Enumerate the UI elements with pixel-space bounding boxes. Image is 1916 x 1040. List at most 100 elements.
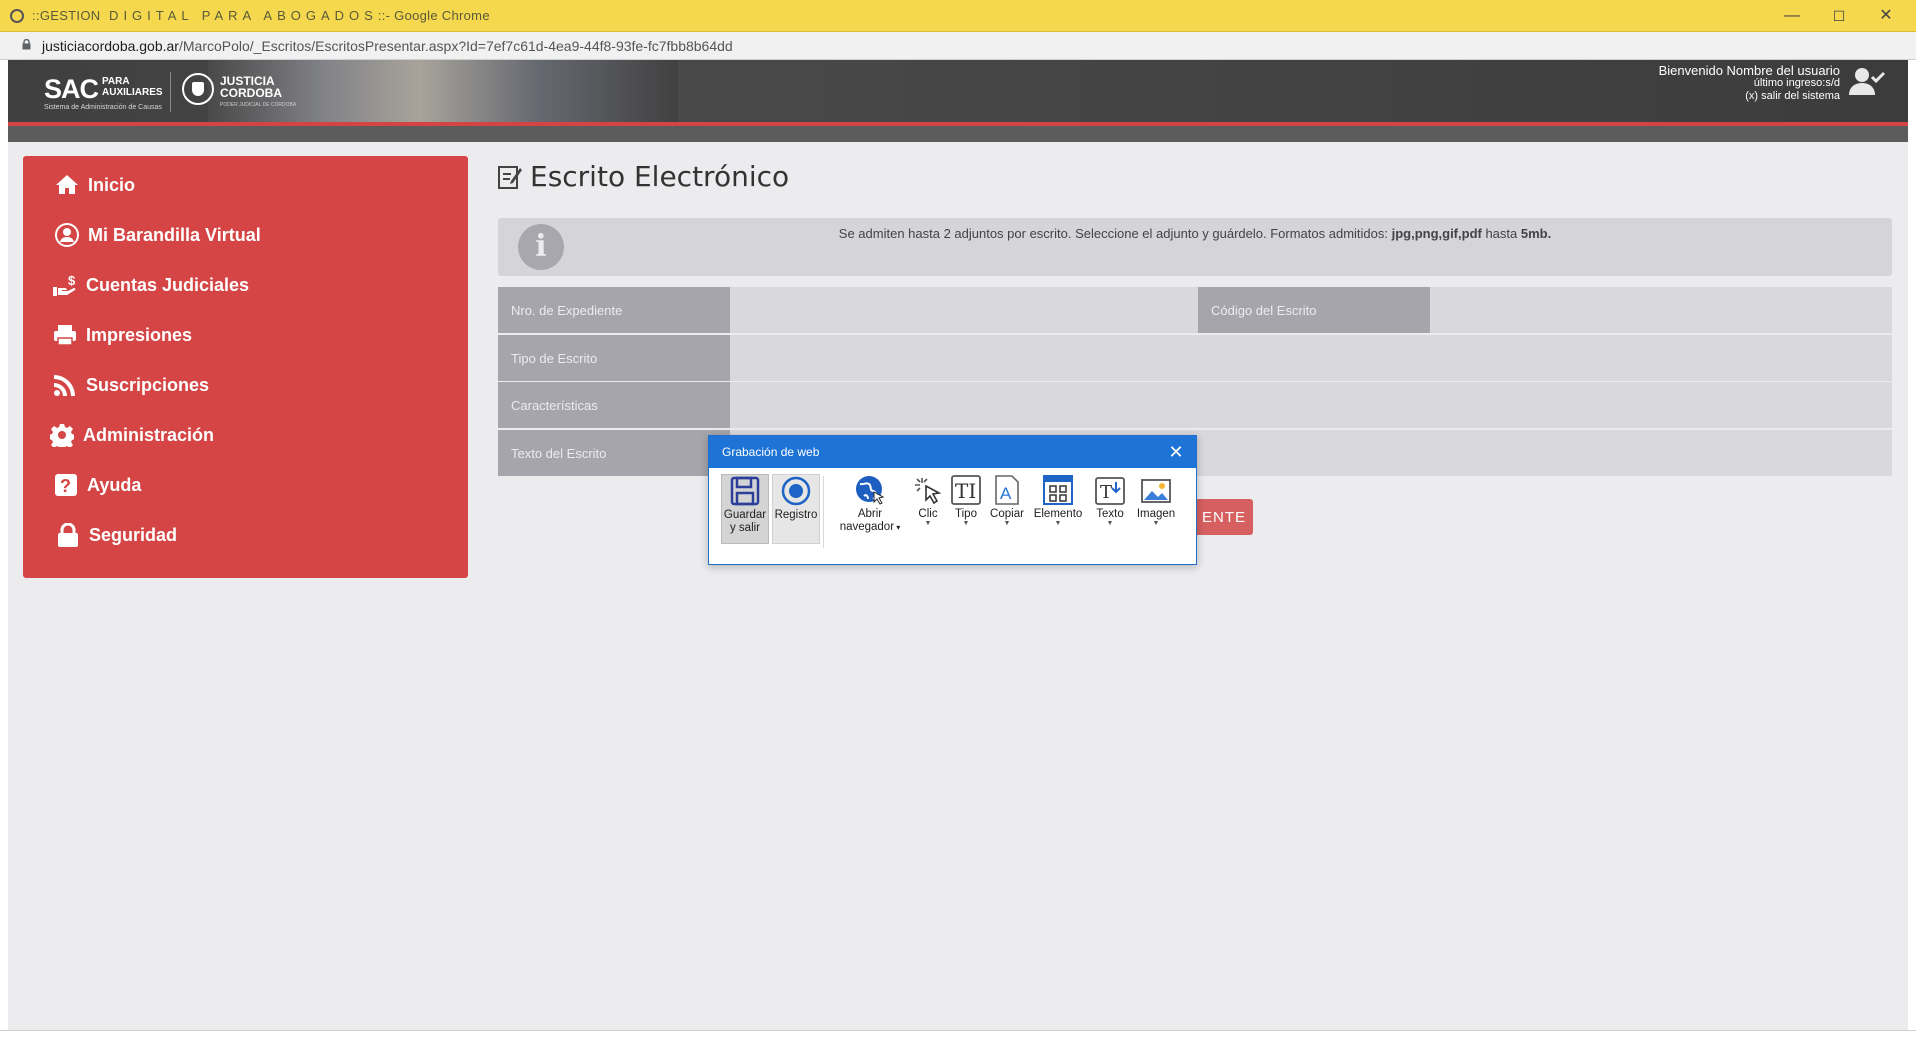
maximize-button[interactable]: ☐ [1817,4,1861,28]
tool-label: Registro [774,509,818,521]
sidebar-item-label: Seguridad [89,524,178,545]
minimize-button[interactable]: — [1770,4,1814,28]
sidebar-item-label: Ayuda [87,474,142,495]
sidebar-item-administracion[interactable]: Administración [50,420,214,450]
gear-icon [50,424,74,447]
record-button[interactable]: Registro [772,474,820,544]
address-bar[interactable]: justiciacordoba.gob.ar/MarcoPolo/_Escrit… [0,32,1916,60]
dropdown-caret-icon: ▼ [1106,520,1114,527]
tool-label: navegador [839,521,895,533]
image-icon [1141,479,1171,503]
sidebar-item-inicio[interactable]: Inicio [55,170,135,200]
sidebar-item-cuentas[interactable]: $ Cuentas Judiciales [53,270,249,300]
window-title-suffix: ::- Google Chrome [377,8,490,23]
info-message: Se admiten hasta 2 adjuntos por escrito.… [498,226,1892,241]
expediente-value [730,287,1198,333]
dropdown-caret-icon: ▼ [1003,520,1011,527]
element-grid-icon [1043,475,1073,505]
url-host: justiciacordoba.gob.ar [42,38,179,54]
justicia-seal-icon [182,73,214,105]
sac-logo-sub-1: PARA [102,76,130,87]
type-button[interactable]: TI Tipo ▼ [948,474,984,527]
recorder-header: Grabación de web ✕ [709,436,1196,468]
page-title: Escrito Electrónico [498,160,789,193]
user-welcome: Bienvenido Nombre del usuario último ing… [1659,64,1840,103]
chrome-icon [10,9,24,23]
browser-bottom-edge [0,1030,1916,1040]
user-circle-icon [55,223,79,247]
header-bottom-bar [8,126,1908,142]
sidebar-item-ayuda[interactable]: ? Ayuda [54,470,141,500]
tool-label: Abrir [857,508,883,520]
logout-link[interactable]: (x) salir del sistema [1659,90,1840,103]
welcome-text: Bienvenido Nombre del usuario [1658,63,1840,78]
sac-logo[interactable]: SAC [44,74,99,105]
logo-divider [170,72,171,112]
sidebar-item-suscripciones[interactable]: Suscripciones [53,370,209,400]
caracteristicas-value [730,382,1892,428]
window-title: ::GESTION DIGITAL PARA ABOGADOS::- Googl… [32,8,490,23]
svg-text:A: A [1000,484,1012,503]
url-text[interactable]: justiciacordoba.gob.ar/MarcoPolo/_Escrit… [42,38,733,54]
tipo-value [730,335,1892,381]
info-alert: i Se admiten hasta 2 adjuntos por escrit… [498,218,1892,276]
element-button[interactable]: Elemento ▼ [1030,474,1086,527]
sidebar-item-label: Impresiones [86,324,193,345]
svg-text:T: T [1100,482,1112,503]
question-icon: ? [55,474,77,496]
globe-cursor-icon [856,476,885,505]
info-mid: hasta [1481,226,1521,241]
justicia-logo: JUSTICIA CORDOBA [220,75,282,99]
page-title-text: Escrito Electrónico [530,160,790,193]
lock-icon [22,39,31,50]
click-button[interactable]: Clic ▼ [910,474,946,527]
open-browser-button[interactable]: Abrir navegador ▾ [835,474,905,534]
window-title-spaced: DIGITAL PARA ABOGADOS [100,8,378,23]
toolbar-separator [823,476,824,548]
sidebar-item-label: Cuentas Judiciales [86,274,250,295]
tool-label: Guardar [723,509,767,521]
tool-label: Copiar [990,508,1024,520]
justicia-logo-2: CORDOBA [220,86,282,100]
text-input-icon: TI [951,475,981,505]
close-window-button[interactable]: ✕ [1864,4,1908,28]
rss-icon [54,375,75,396]
cursor-click-icon [915,478,942,505]
tool-label: Imagen [1136,508,1176,520]
svg-text:TI: TI [955,479,976,503]
sac-logo-sub: PARA AUXILIARES [102,76,163,98]
site-header: SAC PARA AUXILIARES Sistema de Administra… [8,60,1908,122]
window-title-prefix: ::GESTION [32,8,101,23]
copy-button[interactable]: A Copiar ▼ [986,474,1028,527]
save-and-exit-button[interactable]: Guardar y salir [721,474,769,544]
info-formats: jpg,png,gif,pdf [1391,226,1482,241]
codigo-value [1430,287,1892,333]
last-login-text: último ingreso:s/d [1753,77,1840,89]
recorder-title: Grabación de web [722,445,820,459]
image-button[interactable]: Imagen ▼ [1132,474,1180,527]
texto-label: Texto del Escrito [498,430,730,476]
text-extract-icon: T [1095,477,1125,505]
tool-label: Elemento [1033,508,1083,520]
expediente-label: Nro. de Expediente [498,287,730,333]
web-recording-toolbar: Grabación de web ✕ Guardar y salir Regist… [708,435,1197,565]
browser-titlebar: ::GESTION DIGITAL PARA ABOGADOS::- Googl… [0,0,1916,32]
svg-text:?: ? [60,476,71,496]
recorder-close-button[interactable]: ✕ [1166,442,1186,462]
sidebar-item-label: Mi Barandilla Virtual [88,224,261,245]
tool-label: Tipo [955,508,977,520]
sidebar-item-seguridad[interactable]: Seguridad [56,520,177,550]
sidebar-item-label: Suscripciones [86,374,210,395]
dropdown-caret-icon: ▼ [1152,520,1160,527]
sidebar-item-label: Administración [83,424,215,445]
user-check-icon [1849,68,1886,95]
info-text: Se admiten hasta 2 adjuntos por escrito.… [838,226,1392,241]
justicia-tagline: PODER JUDICIAL DE CÓRDOBA [220,102,297,108]
sidebar-item-impresiones[interactable]: Impresiones [53,320,192,350]
text-button[interactable]: T Texto ▼ [1090,474,1130,527]
sidebar-item-barandilla[interactable]: Mi Barandilla Virtual [55,220,261,250]
sac-tagline: Sistema de Administración de Causas [44,104,162,111]
record-icon [781,476,811,506]
sidebar: Inicio Mi Barandilla Virtual $ Cuentas J… [23,156,468,578]
sidebar-item-label: Inicio [88,174,136,195]
